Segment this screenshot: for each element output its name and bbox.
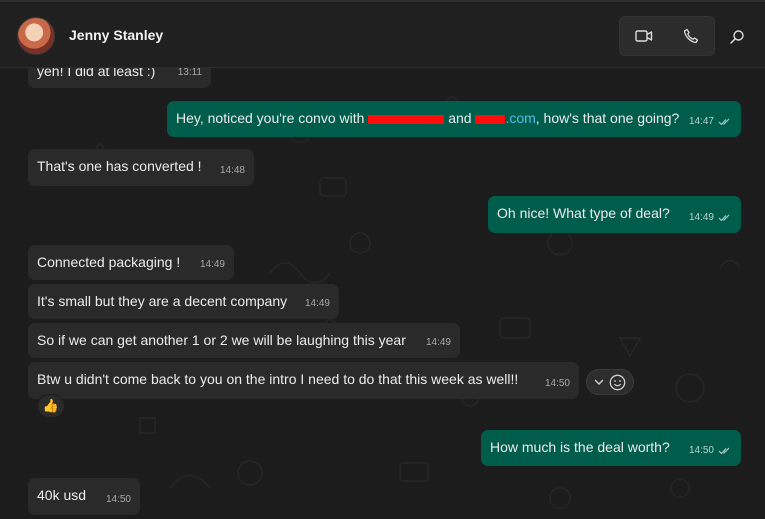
- double-check-icon: [718, 447, 730, 455]
- message-text: Btw u didn't come back to you on the int…: [37, 371, 519, 387]
- emoji-reaction-icon[interactable]: [609, 374, 626, 391]
- double-check-icon: [718, 118, 730, 126]
- redacted-name: [368, 114, 445, 124]
- incoming-message[interactable]: It's small but they are a decent company…: [28, 284, 339, 319]
- message-time: 14:49: [425, 337, 451, 348]
- search-button[interactable]: [726, 26, 748, 48]
- message-time: 14:50: [105, 494, 131, 505]
- incoming-message[interactable]: 40k usd 14:50: [28, 478, 140, 515]
- outgoing-message[interactable]: How much is the deal worth? 14:50: [481, 430, 741, 466]
- message-list[interactable]: yeh! I did at least :) 13:11 Hey, notice…: [0, 68, 765, 519]
- voice-call-button[interactable]: [667, 17, 714, 55]
- message-time: 14:50: [689, 442, 732, 460]
- outgoing-message[interactable]: Oh nice! What type of deal? 14:49: [488, 196, 741, 233]
- message-time: 14:49: [304, 298, 330, 309]
- incoming-message[interactable]: That's one has converted ! 14:48: [28, 149, 254, 186]
- chat-header: Jenny Stanley: [0, 0, 765, 68]
- message-time: 14:48: [219, 165, 245, 176]
- message-time: 14:49: [689, 209, 732, 227]
- double-check-icon: [718, 214, 730, 222]
- contact-name[interactable]: Jenny Stanley: [69, 27, 163, 43]
- thumbs-up-reaction[interactable]: 👍: [37, 394, 65, 418]
- chevron-down-icon[interactable]: [594, 379, 604, 386]
- message-actions: [586, 369, 634, 395]
- outgoing-message[interactable]: Hey, noticed you're convo with and .com,…: [167, 101, 741, 137]
- call-button-group: [619, 16, 715, 56]
- video-camera-icon: [634, 30, 652, 42]
- message-time: 14:49: [199, 259, 225, 270]
- message-time: 14:50: [544, 378, 570, 389]
- incoming-message[interactable]: yeh! I did at least :) 13:11: [28, 68, 211, 88]
- message-time: 14:47: [689, 113, 732, 131]
- search-icon: [730, 30, 744, 44]
- incoming-message[interactable]: So if we can get another 1 or 2 we will …: [28, 323, 460, 358]
- message-text: So if we can get another 1 or 2 we will …: [37, 332, 406, 348]
- message-text: It's small but they are a decent company: [37, 293, 288, 309]
- redacted-domain: [475, 114, 506, 124]
- video-call-button[interactable]: [620, 17, 667, 55]
- message-text: Hey, noticed you're convo with and .com,…: [176, 110, 680, 126]
- message-link[interactable]: .com: [505, 110, 535, 126]
- incoming-message[interactable]: Btw u didn't come back to you on the int…: [28, 362, 579, 399]
- phone-icon: [683, 28, 698, 44]
- message-text: Connected packaging !: [37, 254, 181, 270]
- message-time: 13:11: [177, 68, 202, 78]
- message-text: That's one has converted !: [37, 158, 202, 174]
- contact-avatar[interactable]: [17, 17, 55, 55]
- incoming-message[interactable]: Connected packaging ! 14:49: [28, 245, 234, 280]
